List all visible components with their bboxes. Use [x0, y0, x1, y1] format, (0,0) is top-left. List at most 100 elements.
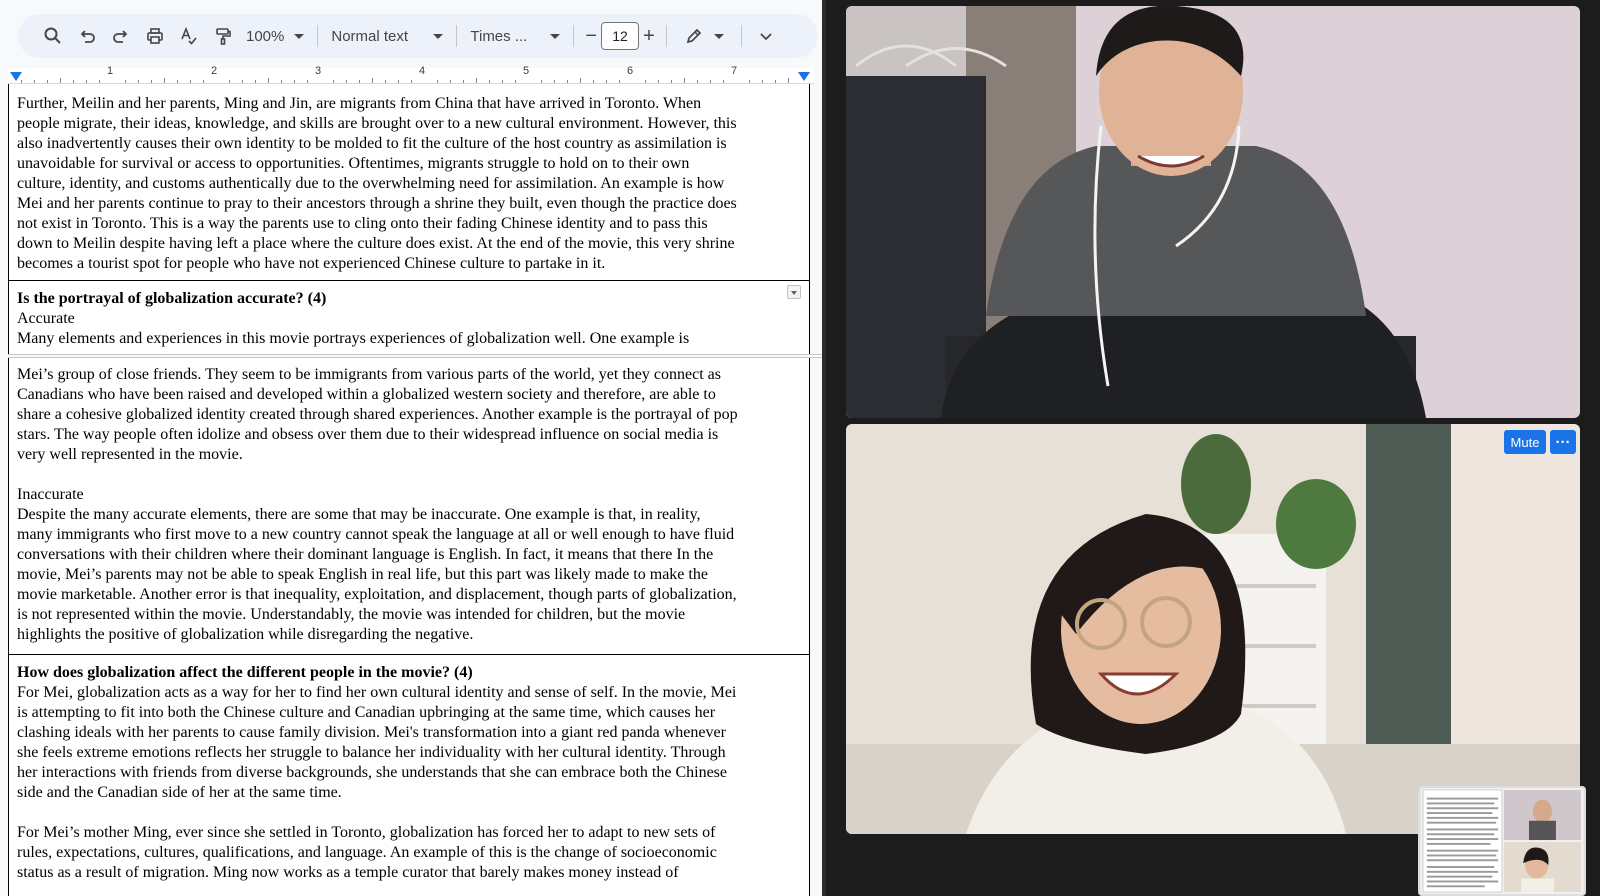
participant-video-2[interactable]: [846, 424, 1580, 834]
ruler-tick: [86, 80, 87, 83]
self-view-thumbnail[interactable]: [1418, 786, 1586, 896]
text-line: is attempting to fit into both the Chine…: [17, 704, 716, 721]
question-heading: Is the portrayal of globalization accura…: [17, 290, 327, 307]
text-line: Despite the many accurate elements, ther…: [17, 506, 701, 523]
text-line: her interactions with friends from diver…: [17, 764, 728, 781]
ruler-tick: [554, 80, 555, 83]
ruler-tick: [281, 80, 282, 83]
ruler-tick: [294, 80, 295, 83]
paragraph-ming: For Mei’s mother Ming, ever since she se…: [17, 823, 801, 883]
ruler-tick: [671, 80, 672, 83]
more-options-button[interactable]: ···: [1550, 430, 1576, 454]
document-editor: 100% Normal text Times ... − 12 + 1 2 3 …: [0, 0, 822, 896]
collapse-toolbar-button[interactable]: [749, 21, 783, 51]
document-page[interactable]: Further, Meilin and her parents, Ming an…: [8, 84, 822, 896]
ruler-tick: [723, 80, 724, 83]
plus-icon: +: [643, 24, 655, 47]
ruler-tick: [47, 80, 48, 83]
ruler-tick: [476, 78, 477, 83]
horizontal-ruler[interactable]: 1 2 3 4 5 6 7: [8, 65, 814, 84]
ruler-tick: [580, 78, 581, 83]
table-cell[interactable]: Is the portrayal of globalization accura…: [8, 281, 810, 354]
subheading-accurate: Accurate: [17, 310, 75, 327]
pane-divider[interactable]: [822, 0, 826, 896]
ruler-tick: [775, 80, 776, 83]
text-line: share a cohesive globalized identity cre…: [17, 406, 738, 423]
ruler-tick: [437, 80, 438, 83]
text-line: side and the Canadian side of her at the…: [17, 784, 342, 801]
mute-button[interactable]: Mute: [1504, 430, 1546, 454]
ruler-tick: [73, 80, 74, 83]
undo-icon[interactable]: [70, 21, 104, 51]
ruler-tick: [190, 80, 191, 83]
ruler-number: 2: [210, 65, 218, 77]
paint-format-icon[interactable]: [206, 21, 240, 51]
text-line: conversations with their children where …: [17, 546, 714, 563]
search-icon[interactable]: [36, 21, 70, 51]
redo-icon[interactable]: [104, 21, 138, 51]
text-line: stars. The way people often idolize and …: [17, 426, 719, 443]
toolbar-divider: [573, 25, 575, 47]
chevron-down-icon: [760, 33, 772, 41]
text-line: Mei and her parents continue to pray to …: [17, 195, 737, 212]
ruler-tick: [372, 78, 373, 83]
ruler-tick: [346, 80, 347, 83]
pencil-icon: [686, 28, 701, 44]
text-line: unavoidable for survival or access to op…: [17, 155, 690, 172]
participant-1-feed: [846, 6, 1580, 418]
question-heading: How does globalization affect the differ…: [17, 664, 473, 681]
table-cell[interactable]: How does globalization affect the differ…: [8, 655, 810, 896]
style-value: Normal text: [331, 27, 409, 45]
right-indent-marker[interactable]: [798, 72, 810, 81]
ruler-number: 5: [522, 65, 530, 77]
text-line: she feels extreme emotions reflects her …: [17, 744, 726, 761]
paragraph-migration: Further, Meilin and her parents, Ming an…: [17, 94, 801, 274]
text-line: Canadians who have been raised and devel…: [17, 386, 716, 403]
font-size-input[interactable]: 12: [601, 22, 640, 50]
text-line: is not represented within the movie. Und…: [17, 606, 686, 623]
participant-video-1[interactable]: [846, 6, 1580, 418]
ruler-tick: [606, 80, 607, 83]
table-cell[interactable]: Mei’s group of close friends. They seem …: [8, 358, 810, 654]
ruler-tick: [268, 78, 269, 83]
text-line: Mei’s group of close friends. They seem …: [17, 366, 721, 383]
font-size-decrease-button[interactable]: −: [581, 21, 601, 51]
font-value: Times ...: [470, 27, 528, 45]
ruler-number: 6: [626, 65, 634, 77]
ruler-tick: [710, 80, 711, 83]
ruler-number: 7: [730, 65, 738, 77]
ruler-tick: [697, 80, 698, 83]
cell-menu-button[interactable]: [787, 285, 801, 299]
ruler-tick: [359, 80, 360, 83]
toolbar-divider: [456, 25, 458, 47]
ruler-tick: [21, 80, 22, 83]
paragraph-accurate: Mei’s group of close friends. They seem …: [17, 365, 801, 465]
ruler-tick: [450, 80, 451, 83]
paragraph-mei: For Mei, globalization acts as a way for…: [17, 683, 801, 803]
ruler-tick: [619, 80, 620, 83]
ruler-tick: [541, 80, 542, 83]
font-size-increase-button[interactable]: +: [639, 21, 659, 51]
ruler-tick: [749, 80, 750, 83]
ruler-number: 3: [314, 65, 322, 77]
spellcheck-icon[interactable]: [172, 21, 206, 51]
ruler-tick: [645, 80, 646, 83]
text-line: movie marketable. Another error is that …: [17, 586, 737, 603]
style-select[interactable]: Normal text: [325, 21, 449, 51]
text-line: highlights the positive of globalization…: [17, 626, 474, 643]
chevron-down-icon: [294, 33, 305, 39]
participant-2-feed: [846, 424, 1580, 834]
ruler-tick: [99, 80, 100, 83]
zoom-select[interactable]: 100%: [240, 21, 310, 51]
text-line: people migrate, their ideas, knowledge, …: [17, 115, 737, 132]
ruler-tick: [60, 78, 61, 83]
ruler-tick: [593, 80, 594, 83]
editing-mode-button[interactable]: [674, 21, 734, 51]
text-line: movie, Mei’s parents may not be able to …: [17, 566, 708, 583]
text-line: clashing ideals with her parents to caus…: [17, 724, 726, 741]
table-cell[interactable]: Further, Meilin and her parents, Ming an…: [8, 84, 810, 280]
zoom-value: 100%: [246, 27, 285, 45]
ruler-tick: [125, 80, 126, 83]
font-select[interactable]: Times ...: [464, 21, 566, 51]
print-icon[interactable]: [138, 21, 172, 51]
